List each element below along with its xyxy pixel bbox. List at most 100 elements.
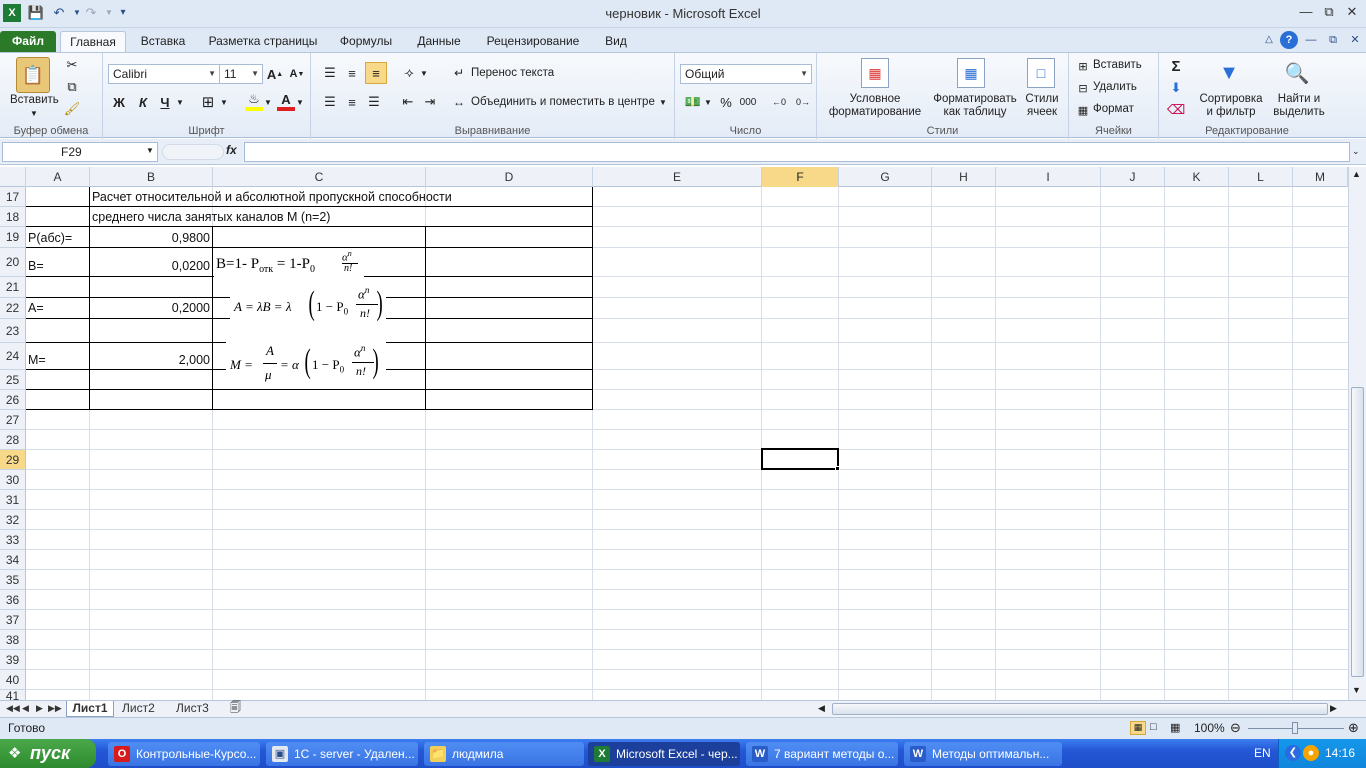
- zoom-slider-thumb[interactable]: [1292, 722, 1298, 734]
- cell-c17[interactable]: Расчет относительной и абсолютной пропус…: [92, 190, 452, 204]
- formula-bar-handle[interactable]: [162, 144, 224, 160]
- column-header-m[interactable]: M: [1293, 167, 1348, 187]
- column-header-i[interactable]: I: [996, 167, 1101, 187]
- cell-a20[interactable]: B=: [28, 259, 44, 273]
- bold-button[interactable]: Ж: [111, 93, 127, 111]
- wrap-text-icon[interactable]: ↵: [451, 65, 467, 81]
- row-header[interactable]: 37: [0, 610, 26, 630]
- clear-icon[interactable]: ⌫: [1167, 101, 1185, 119]
- align-left-icon[interactable]: ☰: [321, 93, 339, 111]
- row-header[interactable]: 23: [0, 319, 26, 343]
- row-header[interactable]: 22: [0, 298, 26, 319]
- last-sheet-icon[interactable]: ▶▶: [48, 701, 62, 717]
- font-color-dropdown-icon[interactable]: ▼: [295, 93, 305, 111]
- paste-icon[interactable]: 📋: [16, 57, 50, 93]
- row-header[interactable]: 34: [0, 550, 26, 570]
- cell-styles-button[interactable]: Стили ячеек: [1021, 93, 1063, 119]
- formula-input[interactable]: [244, 142, 1350, 162]
- scroll-up-icon[interactable]: ▲: [1352, 169, 1361, 179]
- format-cells-button[interactable]: Формат: [1093, 103, 1134, 115]
- column-header-d[interactable]: D: [426, 167, 593, 187]
- new-sheet-icon[interactable]: 🗐: [230, 701, 241, 717]
- fill-handle[interactable]: [835, 466, 840, 471]
- align-top-icon[interactable]: ☰: [321, 64, 339, 82]
- merge-center-button[interactable]: Объединить и поместить в центре: [471, 96, 655, 108]
- column-header-g[interactable]: G: [839, 167, 932, 187]
- column-header-b[interactable]: B: [90, 167, 213, 187]
- format-cells-icon[interactable]: ▦: [1075, 102, 1091, 118]
- insert-cells-icon[interactable]: ⊞: [1075, 58, 1091, 74]
- decrease-indent-icon[interactable]: ⇤: [399, 93, 417, 111]
- row-header[interactable]: 33: [0, 530, 26, 550]
- cut-icon[interactable]: ✂: [64, 57, 80, 73]
- cell-a19[interactable]: Р(абс)=: [28, 231, 72, 245]
- cell-b19[interactable]: 0,9800: [92, 231, 210, 245]
- column-header-a[interactable]: A: [26, 167, 90, 187]
- worksheet-grid[interactable]: Расчет относительной и абсолютной пропус…: [0, 187, 1348, 700]
- cell-b22[interactable]: 0,2000: [92, 301, 210, 315]
- row-header[interactable]: 35: [0, 570, 26, 590]
- row-header[interactable]: 39: [0, 650, 26, 670]
- tray-app-icon[interactable]: ●: [1303, 745, 1319, 761]
- borders-dropdown-icon[interactable]: ▼: [219, 93, 229, 111]
- font-size-select[interactable]: 11 ▼: [219, 64, 263, 84]
- formula-b-image[interactable]: B=1- Pотк = 1-P0 αn n!: [214, 249, 364, 283]
- column-header-j[interactable]: J: [1101, 167, 1165, 187]
- font-color-icon[interactable]: A: [277, 91, 295, 111]
- tab-home[interactable]: Главная: [60, 31, 126, 52]
- expand-formula-icon[interactable]: ⌄: [1352, 146, 1360, 157]
- taskbar-item-word-2[interactable]: W Методы оптимальн...: [904, 742, 1062, 766]
- row-header[interactable]: 18: [0, 207, 26, 227]
- horizontal-scroll-thumb[interactable]: [832, 703, 1328, 715]
- tab-formulas[interactable]: Формулы: [332, 31, 400, 52]
- close-icon[interactable]: ✕: [1341, 4, 1363, 22]
- clock[interactable]: 14:16: [1325, 746, 1355, 760]
- page-break-view-icon[interactable]: ▦: [1170, 721, 1180, 734]
- row-header-selected[interactable]: 29: [0, 450, 26, 470]
- grow-font-icon[interactable]: A ▲: [267, 66, 283, 82]
- format-table-button[interactable]: Форматировать как таблицу: [929, 93, 1021, 119]
- row-header[interactable]: 32: [0, 510, 26, 530]
- paste-dropdown-icon[interactable]: ▼: [30, 109, 38, 118]
- borders-icon[interactable]: ⊞: [199, 93, 217, 111]
- format-painter-icon[interactable]: 🖌: [64, 101, 81, 117]
- cell-b24[interactable]: 2,000: [92, 353, 210, 367]
- prev-sheet-icon[interactable]: ◀: [22, 701, 29, 717]
- tab-review[interactable]: Рецензирование: [478, 31, 588, 52]
- paste-button[interactable]: Вставить: [10, 94, 59, 106]
- cell-a22[interactable]: А=: [28, 301, 44, 315]
- column-header-l[interactable]: L: [1229, 167, 1293, 187]
- column-header-f[interactable]: F: [762, 167, 839, 187]
- increase-indent-icon[interactable]: ⇥: [421, 93, 439, 111]
- row-header[interactable]: 40: [0, 670, 26, 690]
- conditional-formatting-icon[interactable]: ▦: [861, 58, 889, 88]
- doc-close-icon[interactable]: ✕: [1346, 31, 1364, 49]
- active-cell-f29[interactable]: [761, 448, 839, 470]
- taskbar-item-excel[interactable]: X Microsoft Excel - чер...: [588, 742, 740, 766]
- page-layout-view-icon[interactable]: □: [1150, 721, 1157, 733]
- find-select-button[interactable]: Найти и выделить: [1269, 93, 1329, 119]
- formula-a-image[interactable]: A = λB = λ ( 1 − P0 αn n! ): [230, 282, 386, 328]
- zoom-level[interactable]: 100%: [1194, 721, 1225, 735]
- vertical-scroll-thumb[interactable]: [1351, 387, 1364, 677]
- scroll-right-icon[interactable]: ▶: [1330, 703, 1337, 714]
- copy-icon[interactable]: ⧉: [64, 79, 80, 95]
- row-header[interactable]: 41: [0, 690, 26, 700]
- underline-button[interactable]: Ч: [157, 93, 173, 111]
- tab-data[interactable]: Данные: [406, 31, 472, 52]
- conditional-formatting-button[interactable]: Условное форматирование: [817, 93, 933, 119]
- row-header[interactable]: 26: [0, 390, 26, 410]
- tab-page-layout[interactable]: Разметка страницы: [200, 31, 326, 52]
- align-center-icon[interactable]: ≡: [343, 93, 361, 111]
- align-middle-icon[interactable]: ≡: [343, 64, 361, 82]
- column-header-h[interactable]: H: [932, 167, 996, 187]
- next-sheet-icon[interactable]: ▶: [36, 701, 43, 717]
- find-select-icon[interactable]: 🔍: [1281, 57, 1313, 89]
- underline-dropdown-icon[interactable]: ▼: [175, 93, 185, 111]
- row-header[interactable]: 19: [0, 227, 26, 248]
- fill-down-icon[interactable]: ⬇: [1167, 79, 1185, 97]
- orientation-icon[interactable]: ⟢: [399, 64, 419, 82]
- increase-decimal-icon[interactable]: ←0: [769, 93, 789, 111]
- row-header[interactable]: 24: [0, 343, 26, 370]
- delete-cells-icon[interactable]: ⊟: [1075, 80, 1091, 96]
